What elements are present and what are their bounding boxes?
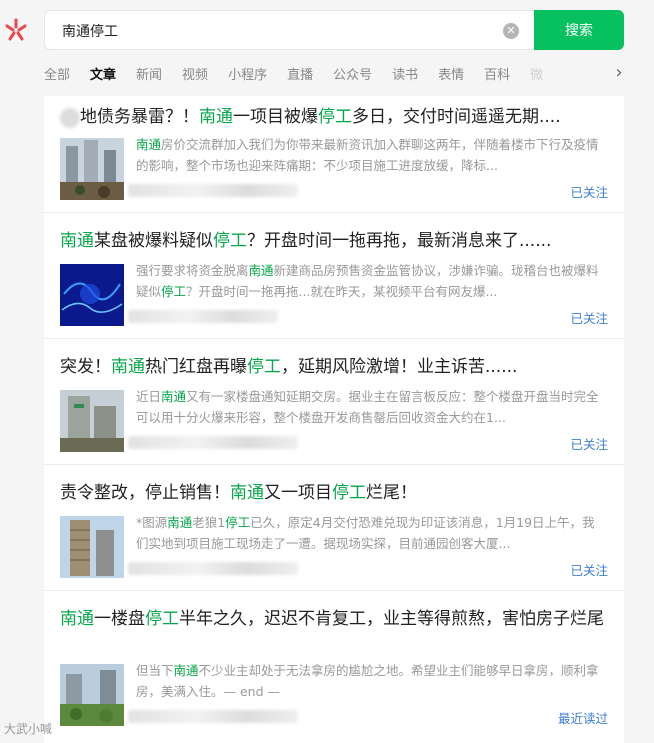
top-bar: ✕ 搜索 全部 文章 新闻 视频 小程序 直播 公众号 读书 表情 百科 微 › [0, 0, 654, 96]
result-thumbnail[interactable] [60, 390, 124, 452]
account-name [128, 184, 298, 197]
result-item[interactable]: 南通一楼盘停工半年之久，迟迟不肯复工，业主等得煎熬，害怕房子烂尾 但当下南通不少… [44, 591, 624, 743]
chevron-right-icon[interactable]: › [612, 62, 626, 84]
clear-icon[interactable]: ✕ [503, 23, 519, 39]
tab-0[interactable]: 全部 [44, 64, 70, 83]
result-snippet: 近日南通又有一家楼盘通知延期交房。据业主在留言板反应：整个楼盘开盘当时完全可以用… [136, 389, 599, 425]
results-list: 地债务暴雷？！南通一项目被爆停工多日，交付时间遥遥无期.... 南通房价交流群加… [44, 96, 624, 743]
result-snippet: 南通房价交流群加入我们为你带来最新资讯加入群聊这两年，伴随着楼市下行及疫情的影响… [136, 137, 599, 173]
result-snippet: *图源南通老狼1停工已久，原定4月交付恐难兑现为印证该消息，1月19日上午，我们… [136, 515, 595, 551]
watermark: 大武小喊 [4, 722, 53, 736]
result-title[interactable]: 责令整改，停止销售！南通又一项目停工烂尾！ [60, 480, 612, 506]
result-snippet: 强行要求将资金脱离南通新建商品房预售资金监管协议，涉嫌诈骗。珑稽台也被爆料疑似停… [136, 263, 599, 299]
tab-8[interactable]: 表情 [438, 64, 464, 83]
result-title[interactable]: 地债务暴雷？！南通一项目被爆停工多日，交付时间遥遥无期.... [60, 104, 612, 130]
result-thumbnail[interactable] [60, 664, 124, 726]
result-thumbnail[interactable] [60, 138, 124, 200]
tab-7[interactable]: 读书 [392, 64, 418, 83]
sogou-logo-icon[interactable] [3, 17, 29, 43]
tab-6[interactable]: 公众号 [333, 64, 372, 83]
follow-status: 已关注 [570, 185, 608, 200]
result-thumbnail[interactable] [60, 264, 124, 326]
tab-4[interactable]: 小程序 [228, 64, 267, 83]
tab-5[interactable]: 直播 [287, 64, 313, 83]
search-input[interactable] [60, 11, 494, 51]
result-title[interactable]: 突发！南通热门红盘再曝停工，延期风险激增！业主诉苦...... [60, 354, 612, 380]
read-status: 最近读过 [557, 711, 608, 726]
result-thumbnail[interactable] [60, 516, 124, 578]
account-name [128, 436, 298, 449]
result-title[interactable]: 南通一楼盘停工半年之久，迟迟不肯复工，业主等得煎熬，害怕房子烂尾 [60, 606, 612, 632]
search-button[interactable]: 搜索 [534, 10, 624, 50]
account-name [128, 310, 278, 323]
result-item[interactable]: 责令整改，停止销售！南通又一项目停工烂尾！ *图源南通老狼1停工已久，原定4月交… [44, 465, 624, 591]
category-tabs: 全部 文章 新闻 视频 小程序 直播 公众号 读书 表情 百科 微 [44, 64, 618, 84]
account-name [128, 710, 298, 723]
result-title[interactable]: 南通某盘被爆料疑似停工？开盘时间一拖再拖，最新消息来了...... [60, 228, 612, 254]
follow-status: 已关注 [570, 563, 608, 578]
result-item[interactable]: 南通某盘被爆料疑似停工？开盘时间一拖再拖，最新消息来了...... 强行要求将资… [44, 213, 624, 339]
tab-2[interactable]: 新闻 [136, 64, 162, 83]
tab-1[interactable]: 文章 [90, 64, 116, 83]
follow-status: 已关注 [570, 311, 608, 326]
result-item[interactable]: 突发！南通热门红盘再曝停工，延期风险激增！业主诉苦...... 近日南通又有一家… [44, 339, 624, 465]
follow-status: 已关注 [570, 437, 608, 452]
result-snippet: 但当下南通不少业主却处于无法拿房的尴尬之地。希望业主们能够早日拿房，顺利拿房，美… [136, 663, 599, 699]
account-name [128, 562, 298, 575]
result-item[interactable]: 地债务暴雷？！南通一项目被爆停工多日，交付时间遥遥无期.... 南通房价交流群加… [44, 96, 624, 213]
tab-10[interactable]: 微 [530, 64, 543, 83]
tab-9[interactable]: 百科 [484, 64, 510, 83]
tab-3[interactable]: 视频 [182, 64, 208, 83]
search-box: ✕ [44, 10, 534, 51]
